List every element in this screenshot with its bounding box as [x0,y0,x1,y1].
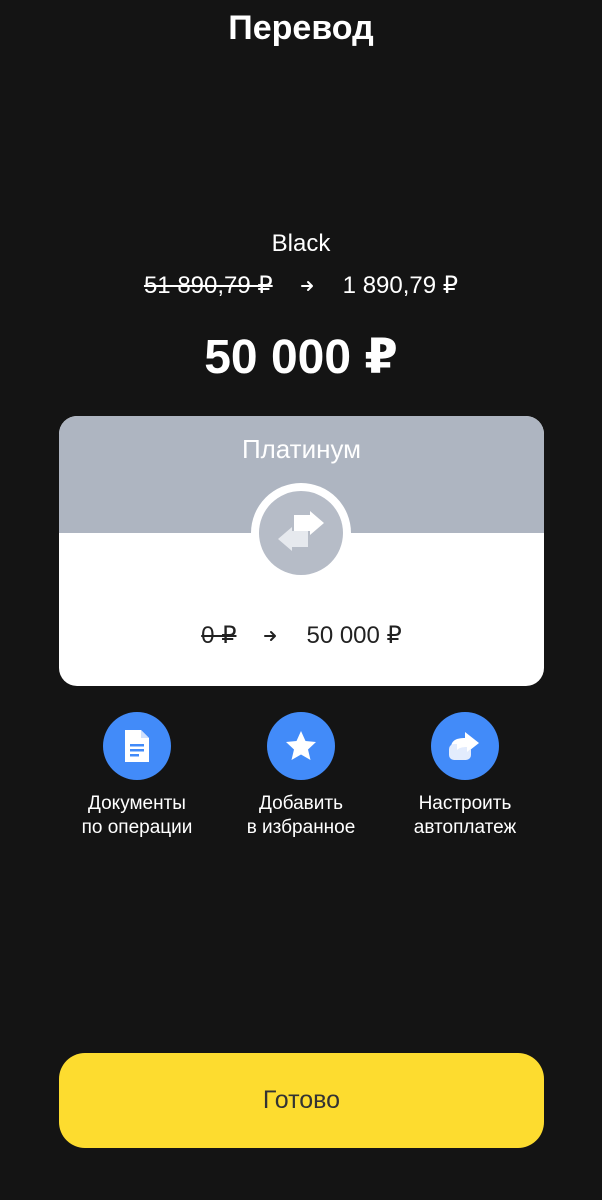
page-title: Перевод [228,9,374,47]
favorites-label: Добавить в избранное [247,792,356,840]
add-to-favorites-button[interactable]: Добавить в избранное [221,712,381,840]
autopay-label: Настроить автоплатеж [414,792,516,840]
source-balance-after: 1 890,79 ₽ [342,272,459,299]
source-balance-change: 51 890,79 ₽ 1 890,79 ₽ [0,270,602,302]
autopay-label-line1: Настроить [418,793,512,814]
transfer-arrows-icon [259,491,343,575]
done-button[interactable]: Готово [59,1053,544,1148]
star-icon [267,712,335,780]
favorites-label-line2: в избранное [246,817,356,838]
arrow-right-icon [273,279,343,293]
transfer-result-screen: Перевод Black 51 890,79 ₽ 1 890,79 ₽ 50 … [0,0,602,1200]
actions-row: Документы по операции Добавить в избранн… [0,712,602,852]
favorites-label-line1: Добавить [259,793,343,814]
documents-button[interactable]: Документы по операции [57,712,217,840]
destination-card: Платинум 0 ₽ 50 000 ₽ [59,416,544,686]
document-icon [103,712,171,780]
share-arrow-icon [431,712,499,780]
destination-balance-before: 0 ₽ [201,622,237,649]
documents-label-line2: по операции [81,817,193,838]
source-balance-before: 51 890,79 ₽ [143,272,273,299]
source-account-name: Black [271,230,331,257]
documents-label-line1: Документы [88,793,186,814]
destination-balance-change: 0 ₽ 50 000 ₽ [59,620,544,652]
autopay-label-line2: автоплатеж [413,817,517,838]
setup-autopay-button[interactable]: Настроить автоплатеж [385,712,545,840]
transfer-amount: 50 000 ₽ [204,331,398,384]
documents-label: Документы по операции [82,792,193,840]
destination-balance-after: 50 000 ₽ [306,622,402,649]
arrow-right-icon [236,629,306,643]
destination-account-name: Платинум [241,434,362,464]
